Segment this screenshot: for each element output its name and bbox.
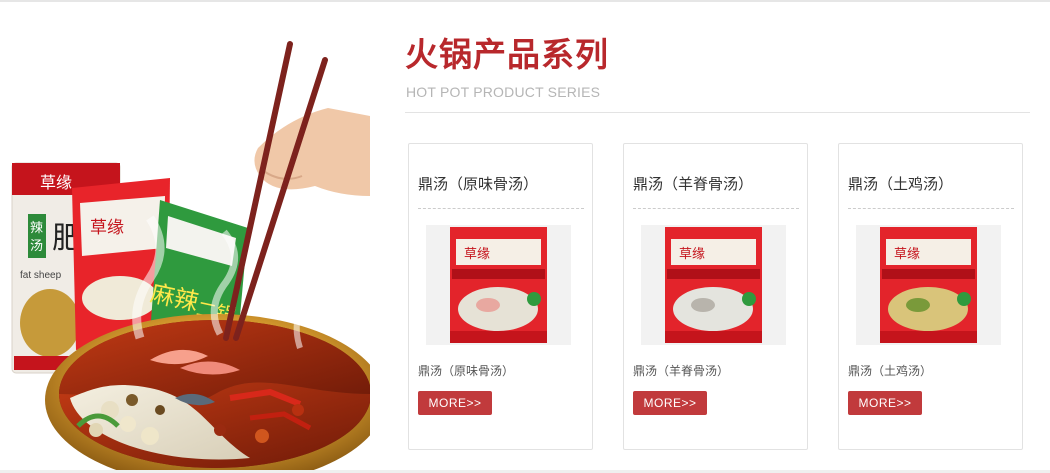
more-button[interactable]: MORE>> [848,391,922,415]
chopsticks-hand [223,41,370,341]
product-card[interactable]: 鼎汤（原味骨汤） 草缘 鼎汤（原味骨汤） MORE>> [408,143,593,450]
section-subtitle: HOT POT PRODUCT SERIES [406,84,601,100]
hot-pot-hero-image: 草缘 辣 汤 肥 fat sheep 草缘 麻辣 二锅 [0,38,370,473]
card-divider [848,208,1014,209]
svg-text:草缘: 草缘 [90,218,124,238]
product-caption[interactable]: 鼎汤（羊脊骨汤） [633,362,729,379]
more-button[interactable]: MORE>> [418,391,492,415]
product-card[interactable]: 鼎汤（土鸡汤） 草缘 鼎汤（土鸡汤） MORE>> [838,143,1023,450]
svg-text:草缘: 草缘 [894,247,920,262]
card-divider [633,208,799,209]
top-border [0,0,1050,2]
section-title: 火锅产品系列 [405,36,609,73]
product-image[interactable]: 草缘 [856,225,1001,345]
product-card[interactable]: 鼎汤（羊脊骨汤） 草缘 鼎汤（羊脊骨汤） MORE>> [623,143,808,450]
product-image[interactable]: 草缘 [426,225,571,345]
product-title[interactable]: 鼎汤（土鸡汤） [848,173,953,194]
svg-text:辣: 辣 [30,221,43,236]
product-caption[interactable]: 鼎汤（土鸡汤） [848,362,932,379]
section-divider [405,112,1030,113]
svg-text:fat sheep: fat sheep [20,270,62,281]
card-divider [418,208,584,209]
product-caption[interactable]: 鼎汤（原味骨汤） [418,362,514,379]
product-title[interactable]: 鼎汤（原味骨汤） [418,173,538,194]
svg-text:草缘: 草缘 [679,247,705,262]
svg-text:草缘: 草缘 [464,247,490,262]
svg-text:汤: 汤 [30,239,43,254]
svg-text:草缘: 草缘 [40,173,72,192]
product-title[interactable]: 鼎汤（羊脊骨汤） [633,173,753,194]
product-image[interactable]: 草缘 [641,225,786,345]
more-button[interactable]: MORE>> [633,391,707,415]
